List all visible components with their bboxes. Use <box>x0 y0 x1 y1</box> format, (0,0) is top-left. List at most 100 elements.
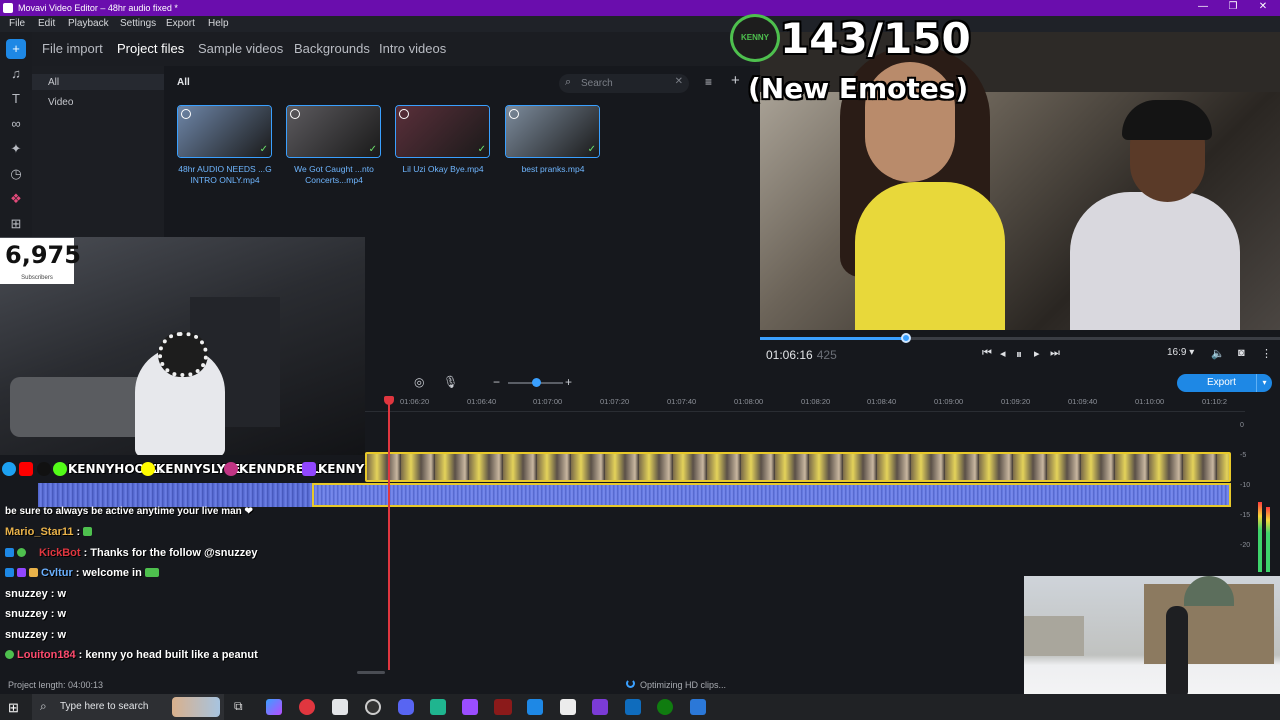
vu-label: -10 <box>1240 482 1251 489</box>
add-media-icon[interactable]: + <box>731 72 740 89</box>
thumbnail <box>178 106 271 157</box>
app-icon[interactable] <box>462 699 478 715</box>
aspect-ratio-select[interactable]: 16:9 ▾ <box>1167 347 1194 358</box>
zoom-slider[interactable] <box>508 378 563 387</box>
category-video[interactable]: Video <box>48 97 73 108</box>
chat-user: Mario_Star11 <box>5 526 74 538</box>
seek-bar[interactable] <box>760 333 1280 343</box>
volume-icon[interactable]: 🔈 <box>1211 347 1225 360</box>
plus-icon[interactable]: + <box>6 39 26 59</box>
tab-file-import[interactable]: File import <box>42 41 103 56</box>
app-icon[interactable] <box>592 699 608 715</box>
clear-icon[interactable]: ✕ <box>675 76 683 87</box>
audio-clip[interactable] <box>312 483 1231 507</box>
windows-start-icon[interactable]: ⊞ <box>8 700 19 716</box>
more-icon[interactable]: ⊞ <box>6 214 26 234</box>
media-tile[interactable]: ✓ <box>177 105 272 158</box>
discord-icon[interactable] <box>398 699 414 715</box>
menu-file[interactable]: File <box>9 18 25 29</box>
chat-user: KickBot <box>39 547 81 559</box>
music-icon[interactable]: ♫ <box>6 64 26 84</box>
chat-message: KickBot: Thanks for the follow @snuzzey <box>5 547 257 559</box>
timeline-scrollbar[interactable] <box>357 671 385 674</box>
chat-user: snuzzey <box>5 608 48 620</box>
app-icon[interactable] <box>430 699 446 715</box>
clock-icon[interactable]: ◷ <box>6 164 26 184</box>
timeline-ruler[interactable]: 01:06:20 01:06:40 01:07:00 01:07:20 01:0… <box>365 394 1245 412</box>
next-frame-icon[interactable]: ▸ <box>1034 347 1040 360</box>
badge-icon <box>5 568 14 577</box>
outlook-icon[interactable] <box>625 699 641 715</box>
obs-icon[interactable] <box>365 699 381 715</box>
skip-end-icon[interactable]: ⏭ <box>1050 347 1060 360</box>
tool-rail: + ♫ T ∞ ✦ ◷ ❖ ⊞ <box>0 32 32 242</box>
search-input[interactable] <box>579 76 674 90</box>
status-bar: Project length: 04:00:13 Optimizing HD c… <box>0 676 1025 694</box>
zoom-out-icon[interactable]: − <box>493 375 500 389</box>
category-all[interactable]: All <box>48 77 59 88</box>
playhead[interactable] <box>388 396 390 670</box>
optimizing-status: Optimizing HD clips... <box>640 680 727 690</box>
social-handle: KENNY <box>318 462 365 476</box>
play-icon[interactable] <box>509 109 519 119</box>
play-icon[interactable] <box>399 109 409 119</box>
zoom-in-icon[interactable]: + <box>565 375 572 389</box>
chrome-icon[interactable] <box>299 699 315 715</box>
pause-icon[interactable]: ⏸ <box>1016 347 1022 362</box>
minimize-button[interactable]: — <box>1188 1 1218 12</box>
media-tile[interactable]: ✓ <box>286 105 381 158</box>
snapshot-icon[interactable]: ◙ <box>1238 347 1245 359</box>
movavi-icon[interactable] <box>527 699 543 715</box>
menu-settings[interactable]: Settings <box>120 18 156 29</box>
tab-project-files[interactable]: Project files <box>117 41 184 56</box>
pip-building-left <box>1024 616 1084 656</box>
export-button[interactable]: Export ▾ <box>1177 374 1272 392</box>
more-icon[interactable]: ⋮ <box>1261 347 1272 360</box>
tab-backgrounds[interactable]: Backgrounds <box>294 41 370 56</box>
chevron-down-icon[interactable]: ▾ <box>1256 374 1272 392</box>
export-label: Export <box>1207 377 1236 388</box>
close-button[interactable]: ✕ <box>1248 1 1278 12</box>
xbox-icon[interactable] <box>657 699 673 715</box>
app-icon[interactable] <box>690 699 706 715</box>
task-view-icon[interactable]: ⧉ <box>234 699 243 714</box>
audio-clip[interactable] <box>38 483 312 507</box>
media-tile[interactable]: ✓ <box>395 105 490 158</box>
store-icon[interactable] <box>332 699 348 715</box>
menu-help[interactable]: Help <box>208 18 229 29</box>
media-tile[interactable]: ✓ <box>505 105 600 158</box>
menu-edit[interactable]: Edit <box>38 18 55 29</box>
prev-frame-icon[interactable]: ◂ <box>1000 347 1006 360</box>
category-panel: All Video <box>32 66 164 242</box>
microphone-icon[interactable]: 🎙 <box>443 375 458 389</box>
video-clip[interactable] <box>365 452 1231 482</box>
record-icon[interactable]: ◎ <box>414 375 424 389</box>
seek-handle[interactable] <box>900 333 911 343</box>
ruler-tick: 01:10:00 <box>1135 397 1165 406</box>
play-icon[interactable] <box>181 109 191 119</box>
video-editor-icon[interactable] <box>494 699 512 715</box>
transitions-icon[interactable]: ∞ <box>6 114 26 134</box>
zoom-handle[interactable] <box>531 378 541 387</box>
ruler-tick: 01:07:00 <box>533 397 563 406</box>
maximize-button[interactable]: ❐ <box>1218 1 1248 12</box>
taskbar: ⊞ ⌕ ⧉ <box>0 694 1280 720</box>
thumbnail <box>506 106 599 157</box>
menu-export[interactable]: Export <box>166 18 195 29</box>
play-icon[interactable] <box>290 109 300 119</box>
taskbar-search-input[interactable] <box>58 699 178 714</box>
tab-intro-videos[interactable]: Intro videos <box>379 41 446 56</box>
chat-text: : Thanks for the follow @snuzzey <box>83 547 258 559</box>
kick-icon <box>53 462 67 476</box>
capcut-icon[interactable] <box>560 699 576 715</box>
tab-sample-videos[interactable]: Sample videos <box>198 41 283 56</box>
text-icon[interactable]: T <box>6 89 26 109</box>
menu-playback[interactable]: Playback <box>68 18 109 29</box>
chat-text: : kenny yo head built like a peanut <box>78 649 258 661</box>
snapchat-icon <box>141 462 155 476</box>
sort-icon[interactable]: ≡ <box>705 75 712 89</box>
copilot-icon[interactable] <box>266 699 282 715</box>
magic-icon[interactable]: ✦ <box>6 139 26 159</box>
skip-start-icon[interactable]: ⏮ <box>982 347 992 360</box>
stickers-icon[interactable]: ❖ <box>6 189 26 209</box>
